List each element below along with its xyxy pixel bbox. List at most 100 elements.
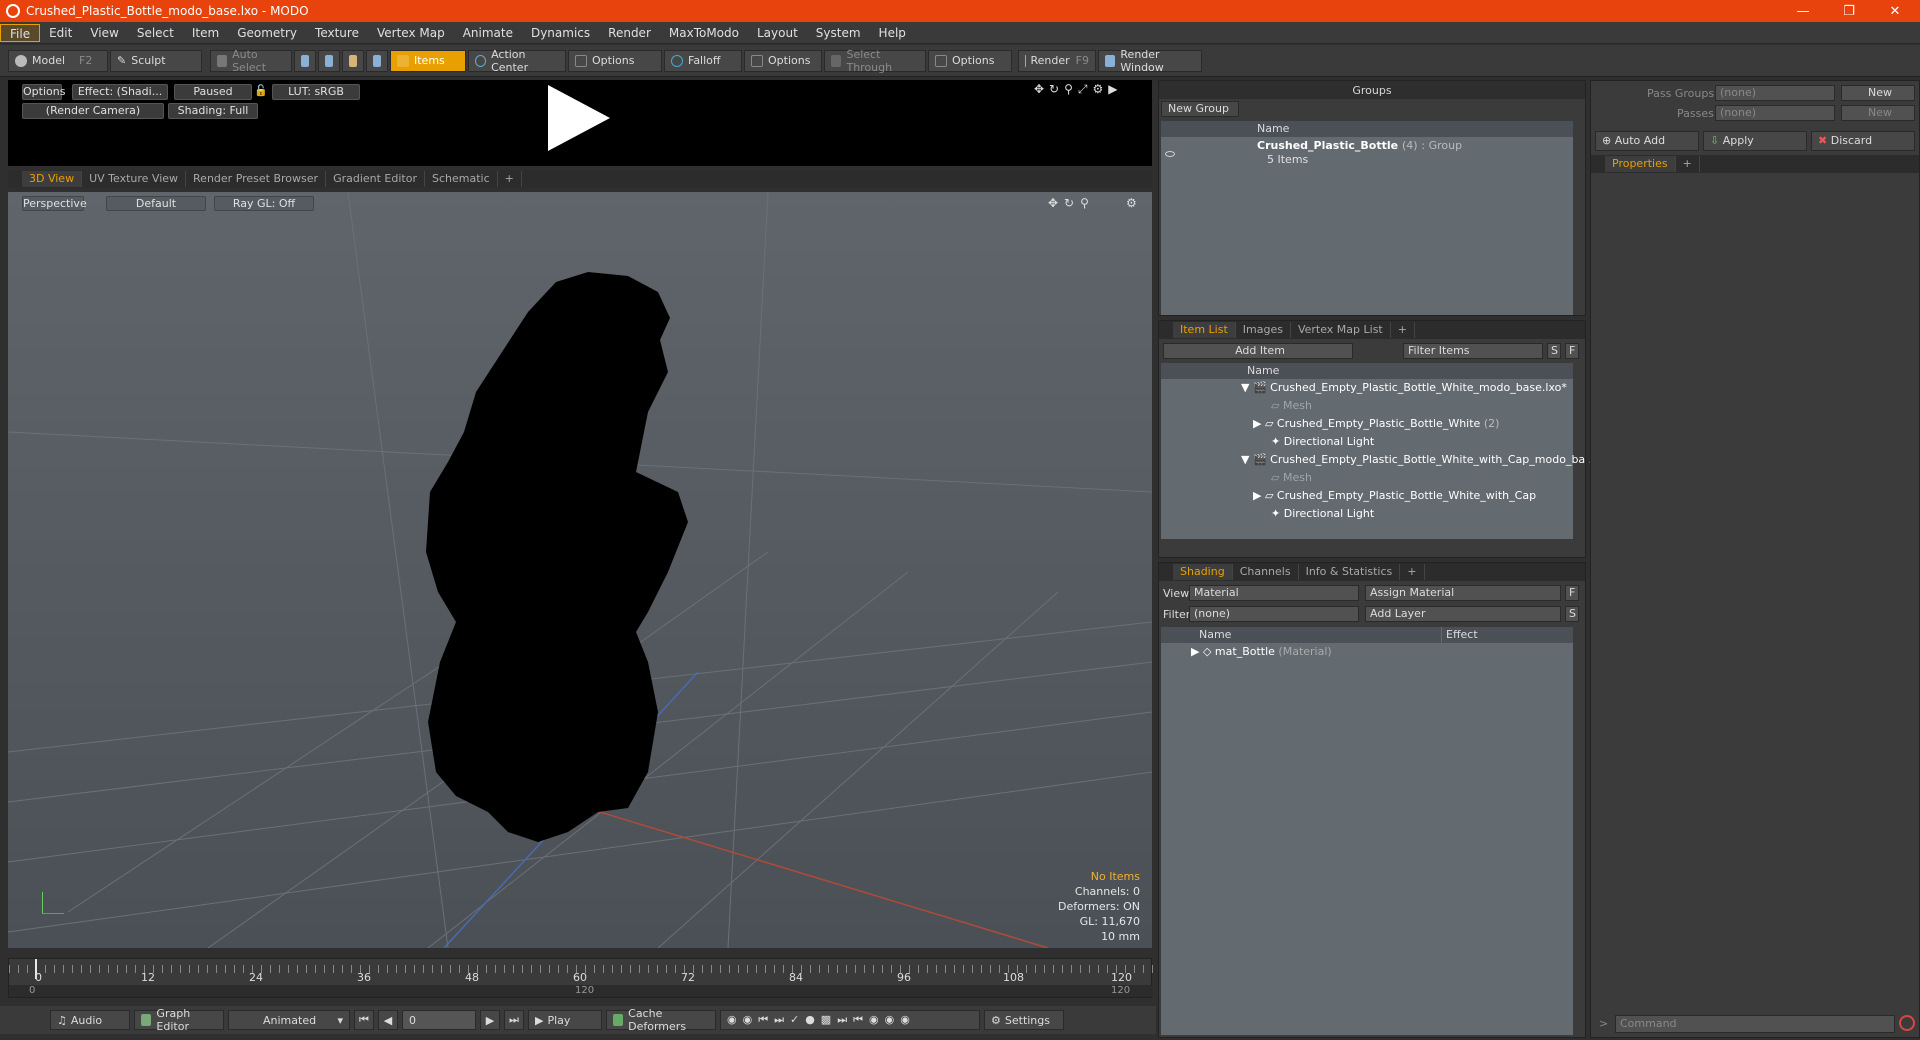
edges-mode-button[interactable] [318,49,340,72]
tab-gradient-editor[interactable]: Gradient Editor [326,171,425,187]
tab-channels[interactable]: Channels [1233,564,1299,580]
preview-camera-button[interactable]: (Render Camera) [22,103,164,119]
menu-item[interactable]: Item [183,24,228,42]
go-start-button[interactable]: ⏮ [354,1010,374,1030]
add-tab-button[interactable]: + [1391,322,1415,338]
list-item[interactable]: ▶ ▱ Crushed_Empty_Plastic_Bottle_White_w… [1253,487,1536,505]
record-icon[interactable] [1899,1015,1915,1031]
lock-icon[interactable]: 🔓 [254,84,268,100]
menu-system[interactable]: System [807,24,870,42]
list-item[interactable]: ▶ ▱ Crushed_Empty_Plastic_Bottle_White (… [1253,415,1499,433]
preview-effect-button[interactable]: Effect: (Shadi... [72,84,168,100]
frame-input[interactable]: 0 [402,1010,476,1030]
restore-button[interactable]: ❐ [1826,0,1872,22]
tab-schematic[interactable]: Schematic [425,171,498,187]
groups-name-column[interactable]: Name [1161,121,1573,137]
shading-f-button[interactable]: F [1565,585,1579,601]
preview-nav-icons[interactable]: ✥↻⚲⤢⚙▶ [1034,82,1123,97]
list-item[interactable]: ▶ ◇ mat_Bottle (Material) [1191,643,1332,661]
shader-effect-column[interactable]: Effect [1442,627,1573,643]
timeline[interactable]: 0 12 24 36 48 60 72 84 96 108 120 0 120 … [8,958,1153,998]
filter-dropdown[interactable]: (none) [1189,606,1359,622]
ray-gl-button[interactable]: Ray GL: Off [214,196,314,211]
tab-properties[interactable]: Properties [1605,156,1676,172]
tab-images[interactable]: Images [1236,322,1291,338]
materials-mode-button[interactable] [366,49,388,72]
pass-groups-dropdown[interactable]: (none) [1715,85,1835,101]
filter-items-input[interactable]: Filter Items [1403,343,1543,359]
shader-name-column[interactable]: Name [1161,627,1441,643]
item-list-f-button[interactable]: F [1565,343,1579,359]
graph-editor-button[interactable]: Graph Editor [134,1007,224,1033]
animated-dropdown[interactable]: Animated ▾ [228,1010,350,1030]
discard-button[interactable]: ✖ Discard [1811,131,1915,151]
add-tab-button[interactable]: + [498,171,522,187]
list-item[interactable]: ▼ 🎬 Crushed_Empty_Plastic_Bottle_White_m… [1241,379,1567,397]
list-item[interactable]: ▱ Mesh [1271,469,1312,487]
list-item[interactable]: ✦ Directional Light [1271,433,1374,451]
command-input[interactable]: Command [1615,1015,1895,1033]
eye-icon[interactable] [1165,151,1175,157]
go-end-button[interactable]: ⏭ [504,1010,524,1030]
falloff-options-button[interactable]: Options [744,49,822,72]
audio-button[interactable]: ♫ Audio [50,1010,130,1030]
menu-vertex-map[interactable]: Vertex Map [368,24,454,42]
menu-edit[interactable]: Edit [40,24,81,42]
perspective-button[interactable]: Perspective [22,196,87,211]
item-list-s-button[interactable]: S [1547,343,1561,359]
tab-render-preset-browser[interactable]: Render Preset Browser [186,171,327,187]
add-layer-dropdown[interactable]: Add Layer [1365,606,1561,622]
next-key-button[interactable]: ▶ [480,1010,500,1030]
auto-add-button[interactable]: ⊕ Auto Add [1595,131,1699,151]
preview-lut-button[interactable]: LUT: sRGB [272,84,360,100]
play-button[interactable]: ▶ Play [528,1010,602,1030]
tab-vertex-map-list[interactable]: Vertex Map List [1291,322,1391,338]
add-tab-button[interactable]: + [1676,156,1700,172]
list-item[interactable]: ▼ 🎬 Crushed_Empty_Plastic_Bottle_White_w… [1241,451,1599,469]
model-mode-button[interactable]: Model F2 [8,49,108,72]
settings-button[interactable]: ⚙ Settings [984,1010,1064,1030]
3d-viewport[interactable]: Perspective Default Ray GL: Off ✥↻⚲ ⚙ No… [8,192,1152,948]
new-group-button[interactable]: New Group [1161,101,1239,117]
preview-shading-button[interactable]: Shading: Full [168,103,258,119]
tab-3d-view[interactable]: 3D View [22,171,83,187]
passes-dropdown[interactable]: (none) [1715,105,1835,121]
tab-shading[interactable]: Shading [1173,564,1233,580]
render-button[interactable]: Render F9 [1018,49,1096,72]
menu-geometry[interactable]: Geometry [228,24,306,42]
sculpt-mode-button[interactable]: ✎ Sculpt [110,49,202,72]
apply-button[interactable]: ⇩ Apply [1703,131,1807,151]
add-tab-button[interactable]: + [1400,564,1425,580]
menu-view[interactable]: View [81,24,127,42]
menu-animate[interactable]: Animate [454,24,522,42]
menu-file[interactable]: File [0,23,41,42]
key-tools-icons[interactable]: ◉◉⏮⏭✓●▩⏭⏮◉◉◉ [720,1010,980,1030]
render-window-button[interactable]: Render Window [1098,48,1202,74]
select-through-options-button[interactable]: Options [928,49,1012,72]
add-item-dropdown[interactable]: Add Item [1163,343,1353,359]
tab-info-statistics[interactable]: Info & Statistics [1299,564,1401,580]
polygons-mode-button[interactable] [342,49,364,72]
vertices-mode-button[interactable] [294,49,316,72]
action-center-options-button[interactable]: Options [568,49,662,72]
falloff-button[interactable]: Falloff [664,49,742,72]
preview-paused-button[interactable]: Paused [174,84,252,100]
shading-s-button[interactable]: S [1565,606,1579,622]
menu-help[interactable]: Help [870,24,915,42]
assign-material-button[interactable]: Assign Material [1365,585,1561,601]
prev-key-button[interactable]: ◀ [378,1010,398,1030]
action-center-button[interactable]: Action Center [468,48,566,74]
auto-select-button[interactable]: Auto Select [210,48,292,74]
close-button[interactable]: ✕ [1872,0,1918,22]
items-mode-button[interactable]: Items [390,49,466,72]
list-item[interactable]: ▱ Mesh [1271,397,1312,415]
preview-options-button[interactable]: Options [22,84,65,100]
tab-item-list[interactable]: Item List [1173,322,1236,338]
menu-select[interactable]: Select [128,24,183,42]
menu-layout[interactable]: Layout [748,24,807,42]
item-list-name-column[interactable]: Name [1161,363,1573,379]
select-through-button[interactable]: Select Through [824,48,926,74]
tab-uv-texture-view[interactable]: UV Texture View [82,171,187,187]
view-dropdown[interactable]: Material [1189,585,1359,601]
new-pass-group-button[interactable]: New [1841,85,1915,101]
